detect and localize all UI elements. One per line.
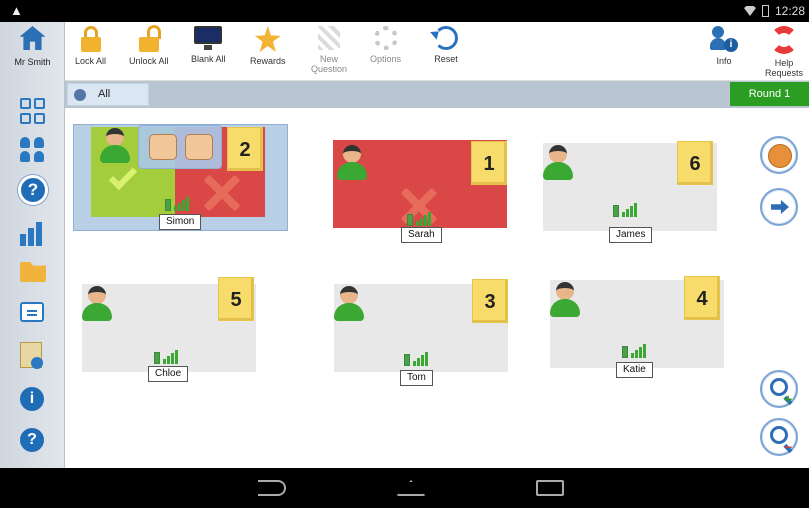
unlock-all-button[interactable]: Unlock All xyxy=(129,25,169,66)
globe-icon xyxy=(74,89,86,101)
student-avatar xyxy=(334,284,364,322)
student-canvas: 2 Simon 1 Sarah 6 James 5 Chloe 3 Tom 4 … xyxy=(65,108,809,468)
student-card-simon[interactable]: 2 Simon xyxy=(73,124,288,231)
student-number: 5 xyxy=(218,277,254,321)
reset-label: Reset xyxy=(434,54,458,64)
student-number: 4 xyxy=(684,276,720,320)
info-button[interactable]: i Info xyxy=(710,26,738,66)
zoom-out-button[interactable]: − xyxy=(760,418,798,456)
signal-icon xyxy=(613,203,639,217)
signal-icon xyxy=(404,352,430,366)
blank-all-button[interactable]: Blank All xyxy=(191,26,226,64)
student-name: Tom xyxy=(400,370,433,386)
student-number: 6 xyxy=(677,141,713,185)
info-people-icon: i xyxy=(710,26,738,52)
filter-all-label: All xyxy=(98,88,111,100)
next-button[interactable] xyxy=(760,188,798,226)
reset-button[interactable]: Reset xyxy=(434,26,458,64)
cross-icon xyxy=(202,173,242,213)
ball-icon xyxy=(768,144,792,168)
signal-icon xyxy=(622,344,648,358)
blank-all-label: Blank All xyxy=(191,54,226,64)
left-sidebar: Mr Smith ? i ? xyxy=(0,22,65,468)
lock-icon xyxy=(80,26,101,52)
lock-all-button[interactable]: Lock All xyxy=(75,26,106,66)
student-name: James xyxy=(609,227,653,243)
signal-icon xyxy=(154,350,180,364)
right-toolbar: + − xyxy=(755,108,805,468)
thumbs-up-icon[interactable] xyxy=(149,134,177,160)
help-requests-label: Help Requests xyxy=(764,58,804,78)
report-icon[interactable] xyxy=(20,342,43,369)
home-icon xyxy=(19,26,46,50)
help-icon[interactable]: ? xyxy=(18,175,48,205)
lifebuoy-icon xyxy=(770,26,798,54)
teacher-name: Mr Smith xyxy=(14,57,51,67)
warning-icon: ▲ xyxy=(10,3,23,18)
filter-all[interactable]: All xyxy=(67,83,149,106)
student-avatar xyxy=(543,143,573,181)
options-button[interactable]: Options xyxy=(370,26,401,64)
unlock-all-label: Unlock All xyxy=(129,56,169,66)
thumbs-down-icon[interactable] xyxy=(185,134,213,160)
signal-icon xyxy=(407,212,433,226)
teacher-home[interactable]: Mr Smith xyxy=(0,26,65,67)
reset-icon xyxy=(434,26,458,50)
help-requests-button[interactable]: Help Requests xyxy=(762,26,806,78)
student-avatar xyxy=(82,284,112,322)
clock: 12:28 xyxy=(774,4,805,18)
game-button[interactable] xyxy=(760,136,798,174)
app-window: Mr Smith ? i ? Lock All Unlock All Blank… xyxy=(0,22,809,468)
back-icon[interactable] xyxy=(258,480,286,496)
class-icon[interactable] xyxy=(20,137,46,163)
thumbs-panel xyxy=(138,125,222,169)
wifi-icon xyxy=(743,6,756,16)
arrow-right-icon xyxy=(771,200,789,214)
student-number: 2 xyxy=(227,127,263,171)
battery-icon xyxy=(761,5,769,17)
unlock-icon xyxy=(138,25,161,52)
info-icon[interactable]: i xyxy=(20,387,44,411)
student-name: Chloe xyxy=(148,366,189,382)
toolbar: Lock All Unlock All Blank All Rewards Ne… xyxy=(65,22,809,81)
gears-icon xyxy=(373,26,398,50)
student-name: Simon xyxy=(159,214,202,230)
android-nav-bar xyxy=(0,468,809,508)
signal-icon xyxy=(165,197,191,211)
zoom-in-button[interactable]: + xyxy=(760,370,798,408)
chart-icon[interactable] xyxy=(20,220,46,246)
folder-icon[interactable] xyxy=(20,262,46,288)
student-number: 3 xyxy=(472,279,508,323)
star-icon xyxy=(254,26,281,52)
lock-all-label: Lock All xyxy=(75,56,107,66)
student-avatar xyxy=(337,143,367,181)
question-icon[interactable]: ? xyxy=(20,428,44,452)
grid-icon[interactable] xyxy=(20,98,46,124)
student-number: 1 xyxy=(471,141,507,185)
rewards-button[interactable]: Rewards xyxy=(250,26,286,66)
new-question-label: New Question xyxy=(310,54,348,74)
student-avatar xyxy=(100,126,130,164)
student-name: Katie xyxy=(616,362,653,378)
filter-bar: All Round 1 xyxy=(65,81,809,108)
recents-icon[interactable] xyxy=(536,480,564,496)
new-question-button[interactable]: New Question xyxy=(309,26,349,74)
flag-icon xyxy=(318,26,340,50)
android-home-icon[interactable] xyxy=(396,480,426,496)
options-label: Options xyxy=(370,54,402,64)
round-badge[interactable]: Round 1 xyxy=(730,82,809,106)
status-bar: ▲ 12:28 xyxy=(0,0,809,22)
message-icon[interactable] xyxy=(20,302,44,322)
rewards-label: Rewards xyxy=(250,56,286,66)
info-label: Info xyxy=(716,56,732,66)
monitor-icon xyxy=(194,26,223,50)
student-avatar xyxy=(550,280,580,318)
student-name: Sarah xyxy=(401,227,442,243)
